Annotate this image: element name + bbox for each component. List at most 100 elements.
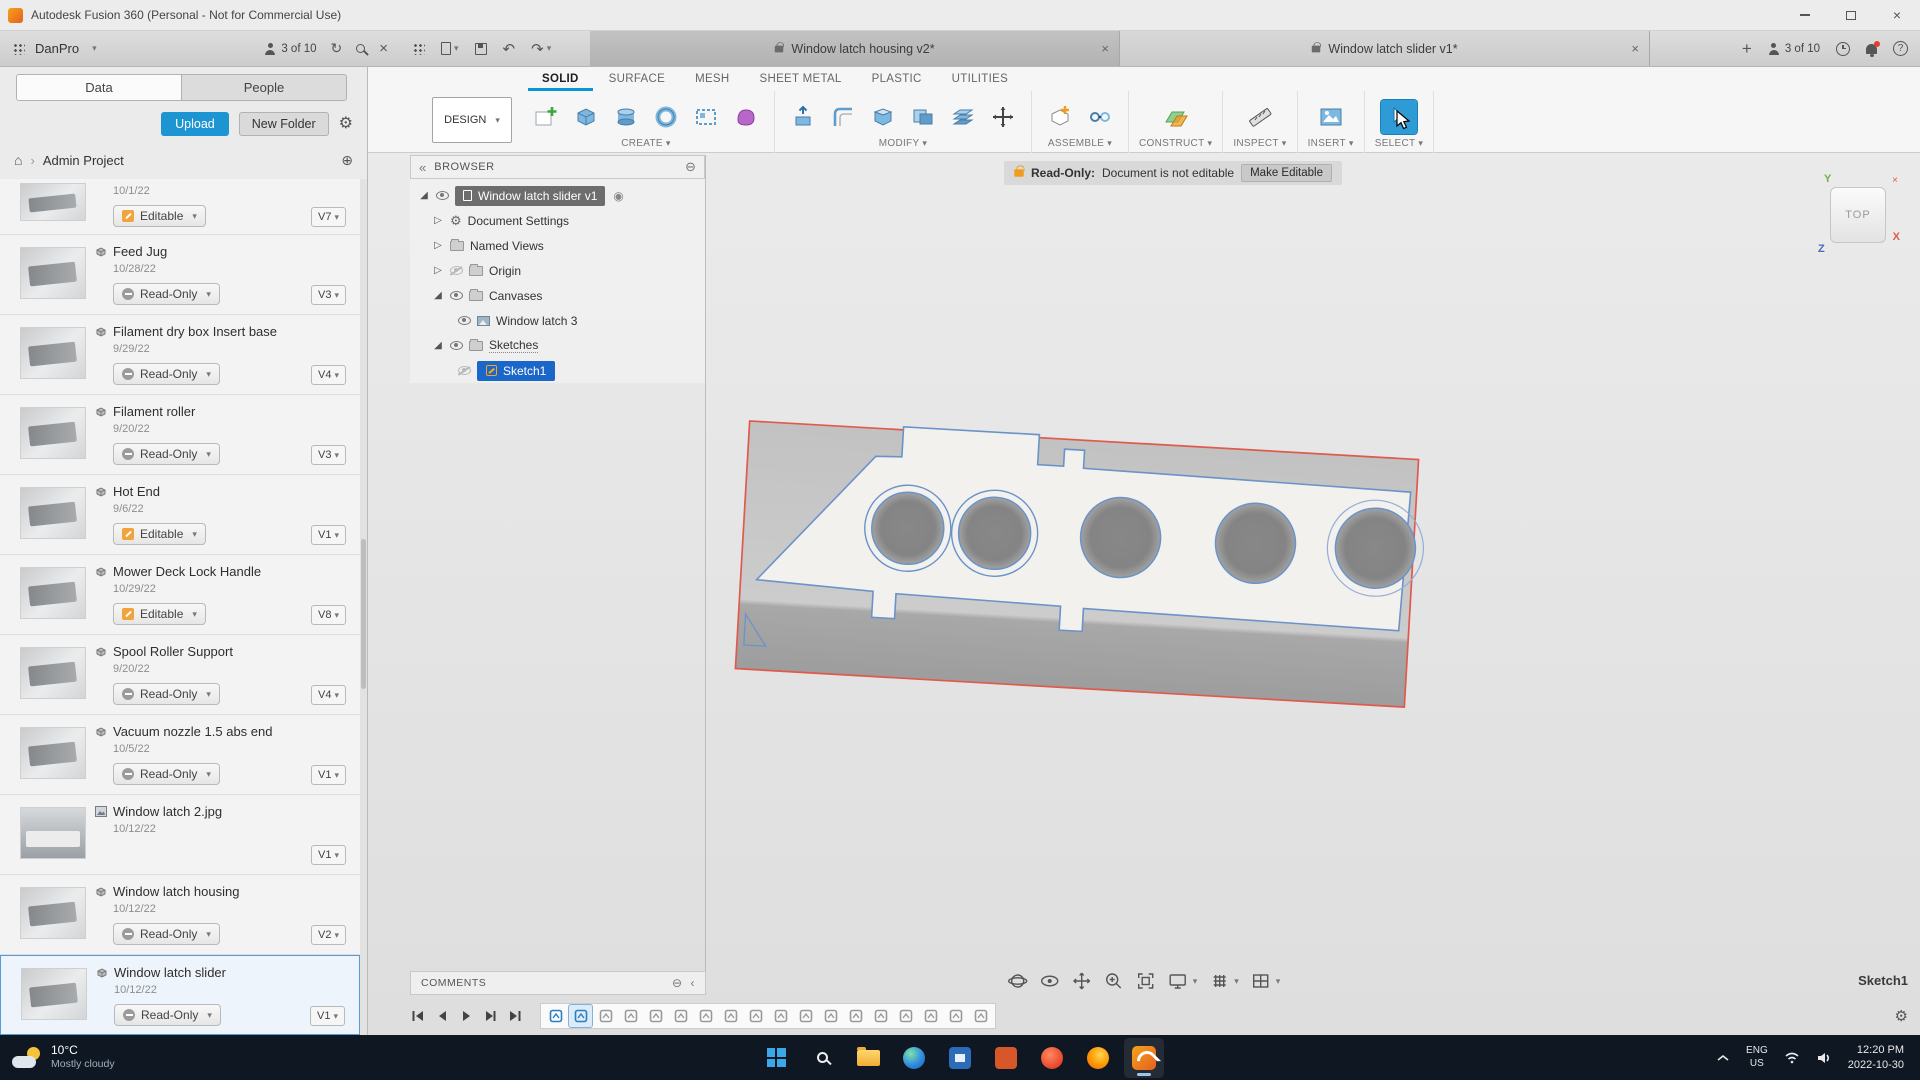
status-dropdown[interactable]: Read-Only ▾ [113,923,220,945]
timeline-feature-icon[interactable] [694,1005,717,1027]
new-tab-icon[interactable]: + [1742,39,1752,59]
item-thumbnail[interactable] [20,407,86,459]
edge-browser-icon[interactable] [894,1038,934,1078]
status-dropdown[interactable]: Read-Only ▾ [113,363,220,385]
data-panel-item[interactable]: Window latch 2.jpg 10/12/22 ▾ V1 ▾ [0,795,360,875]
data-panel-item[interactable]: Filament roller 9/20/22 Read-Only ▾ V3 ▾ [0,395,360,475]
version-dropdown[interactable]: V3 ▾ [311,445,346,465]
version-dropdown[interactable]: V4 ▾ [311,685,346,705]
comments-options-icon[interactable]: ⊖ [672,976,683,990]
version-dropdown[interactable]: V1 ▾ [311,845,346,865]
item-thumbnail[interactable] [20,567,86,619]
tab-data[interactable]: Data [17,75,181,100]
new-folder-button[interactable]: New Folder [239,112,329,136]
visibility-eye-icon[interactable] [458,316,471,325]
project-share-icon[interactable]: ⊕ [341,152,353,169]
clock-widget[interactable]: 12:20 PM 2022-10-30 [1848,1043,1904,1073]
shell-icon[interactable] [865,100,901,134]
timeline-feature-icon[interactable] [844,1005,867,1027]
version-dropdown[interactable]: V1 ▾ [311,525,346,545]
timeline-feature-icon[interactable] [569,1005,592,1027]
close-data-panel-icon[interactable]: × [379,40,388,57]
close-button[interactable]: × [1874,0,1920,30]
form-icon[interactable] [728,100,764,134]
app-orange-icon[interactable] [986,1038,1026,1078]
timeline-feature-icon[interactable] [894,1005,917,1027]
version-dropdown[interactable]: V1 ▾ [311,765,346,785]
item-thumbnail[interactable] [20,807,86,859]
group-dropdown-icon[interactable]: ▾ [922,138,927,149]
file-menu-button[interactable]: ▾ [441,42,459,55]
collapse-comments-icon[interactable]: ‹ [691,976,696,990]
orbit-icon[interactable] [1008,971,1028,991]
timeline-feature-icon[interactable] [944,1005,967,1027]
viewports-icon[interactable]: ▾ [1251,971,1281,991]
status-dropdown[interactable]: Read-Only ▾ [113,683,220,705]
browser-node-window-latch-3[interactable]: Window latch 3 [410,308,705,333]
tab-people[interactable]: People [181,75,346,100]
timeline-feature-icon[interactable] [919,1005,942,1027]
timeline-feature-icon[interactable] [669,1005,692,1027]
item-thumbnail[interactable] [20,887,86,939]
ribbon-tab-solid[interactable]: SOLID [528,67,593,91]
browser-root-component[interactable]: ◢ Window latch slider v1 ◉ [410,183,705,208]
status-dropdown[interactable]: Read-Only ▾ [113,283,220,305]
combine-icon[interactable] [905,100,941,134]
timeline-feature-icon[interactable] [619,1005,642,1027]
item-thumbnail[interactable] [20,327,86,379]
redo-button[interactable]: ↷▾ [531,40,551,58]
step-forward-button[interactable] [482,1008,498,1024]
step-back-button[interactable] [434,1008,450,1024]
measure-icon[interactable] [1242,100,1278,134]
browser-node-canvases[interactable]: ◢ Canvases [410,283,705,308]
group-dropdown-icon[interactable]: ▾ [666,138,671,149]
fusion-360-taskbar-icon[interactable] [1124,1038,1164,1078]
pattern-icon[interactable] [688,100,724,134]
data-panel-item[interactable]: Mower Deck Lock Handle 10/29/22 Editable… [0,555,360,635]
browser-node-origin[interactable]: ▷ Origin [410,258,705,283]
status-dropdown[interactable]: Editable ▾ [113,603,206,625]
data-panel-item[interactable]: Spool Roller Support 9/20/22 Read-Only ▾… [0,635,360,715]
timeline-feature-icon[interactable] [969,1005,992,1027]
item-thumbnail[interactable] [21,968,87,1020]
timeline-settings-gear-icon[interactable]: ⚙ [1895,1007,1908,1025]
status-dropdown[interactable]: Editable ▾ [113,523,206,545]
firefox-icon[interactable] [1078,1038,1118,1078]
item-thumbnail[interactable] [20,647,86,699]
status-dropdown[interactable]: Read-Only ▾ [113,443,220,465]
box-icon[interactable] [568,100,604,134]
network-icon[interactable] [1784,1051,1800,1065]
tray-overflow-chevron-icon[interactable] [1716,1054,1730,1062]
expand-icon[interactable]: ◢ [432,340,444,351]
design-canvas[interactable]: Read-Only: Document is not editable Make… [368,153,1920,1035]
new-component-icon[interactable] [1042,100,1078,134]
browser-node-sketch1[interactable]: Sketch1 [410,358,705,383]
data-panel-item[interactable]: Window latch slider 10/12/22 Read-Only ▾… [0,955,360,1035]
weather-widget[interactable]: 10°C Mostly cloudy [0,1043,220,1071]
display-settings-icon[interactable]: ▾ [1168,971,1198,991]
version-dropdown[interactable]: V3 ▾ [311,285,346,305]
create-sketch-icon[interactable] [528,100,564,134]
version-dropdown[interactable]: V2 ▾ [311,925,346,945]
panel-scrollbar[interactable] [360,179,367,1035]
document-tab-window-latch-slider[interactable]: Window latch slider v1* × [1120,31,1650,66]
home-icon[interactable]: ⌂ [14,152,22,168]
browser-header[interactable]: « BROWSER ⊖ [410,155,705,179]
status-dropdown[interactable]: Read-Only ▾ [114,1004,221,1026]
item-thumbnail[interactable] [20,727,86,779]
go-to-end-button[interactable] [506,1008,522,1024]
status-dropdown[interactable]: Editable ▾ [113,205,206,227]
timeline-feature-icon[interactable] [769,1005,792,1027]
construction-plane-icon[interactable] [1158,100,1194,134]
expand-icon[interactable]: ◢ [432,290,444,301]
version-dropdown[interactable]: V4 ▾ [311,365,346,385]
group-dropdown-icon[interactable]: ▾ [1282,138,1287,149]
workspace-switcher[interactable]: DESIGN▾ [432,97,512,143]
team-name[interactable]: DanPro [35,41,79,56]
data-panel-item[interactable]: Filament dry box Insert base 9/29/22 Rea… [0,315,360,395]
visibility-eye-icon[interactable] [450,341,463,350]
data-panel-item[interactable]: 10/1/22 Editable ▾ V7 ▾ [0,179,360,235]
file-explorer-icon[interactable] [848,1038,888,1078]
data-panel-item[interactable]: Hot End 9/6/22 Editable ▾ V1 ▾ [0,475,360,555]
make-editable-button[interactable]: Make Editable [1241,164,1332,182]
